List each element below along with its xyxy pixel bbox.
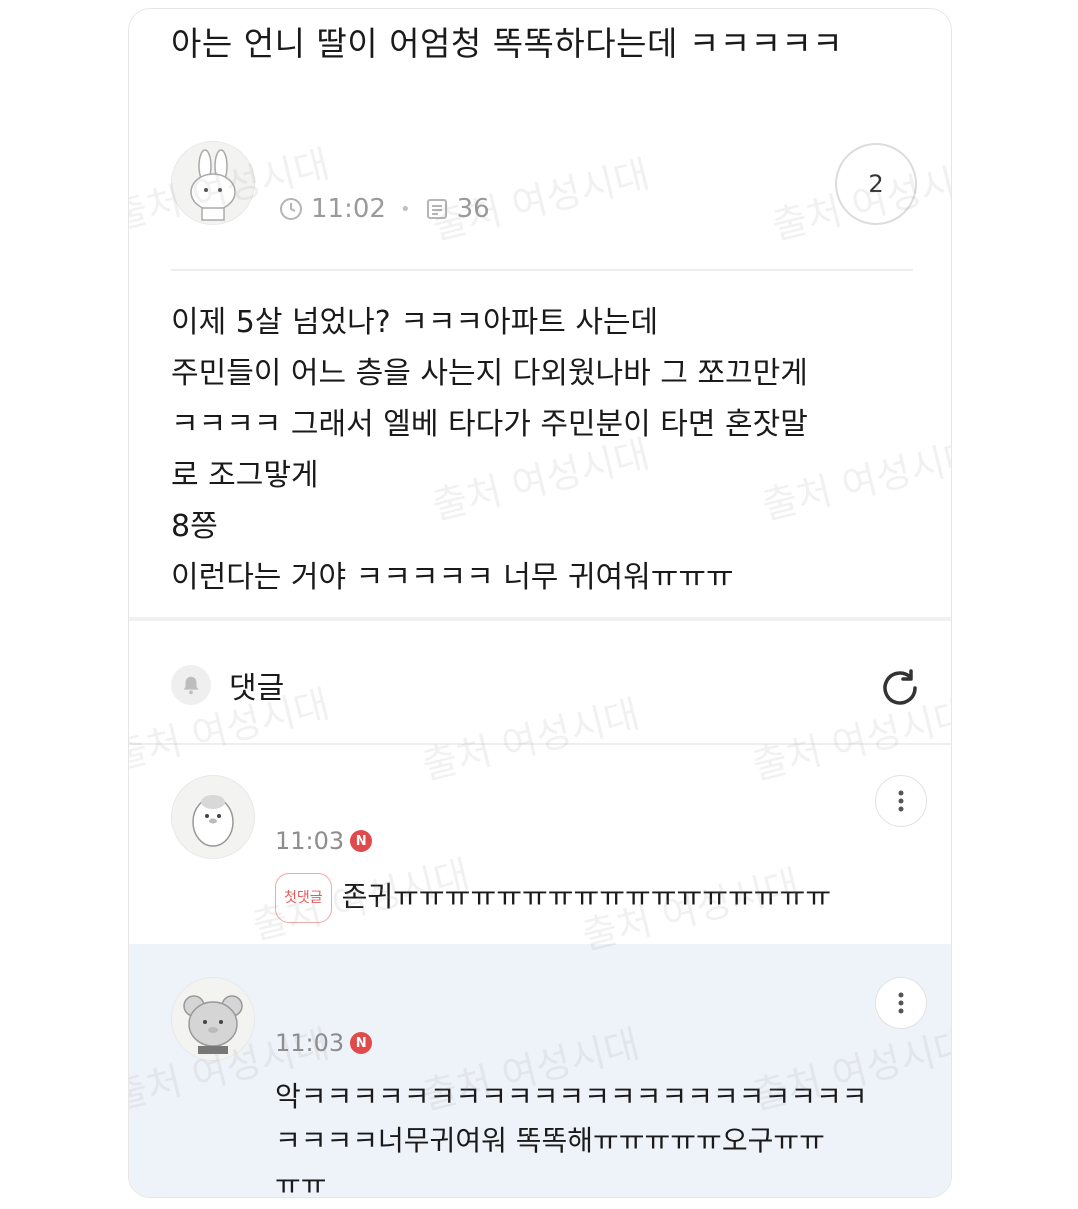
author-avatar[interactable] [171,141,255,225]
bell-icon [183,676,199,695]
post-body-line: ㅋㅋㅋㅋ 그래서 엘베 타다가 주민분이 타면 혼잣말 [171,407,808,442]
comment-time: 11:03 [275,827,345,855]
new-badge: N [350,830,373,852]
commenter-avatar[interactable] [171,977,255,1061]
post-body-line: 8쯩 [171,509,218,544]
post-title: 아는 언니 딸이 어엄청 똑똑하다는데 ㅋㅋㅋㅋㅋ [171,24,844,63]
comment-body: 첫댓글 존귀ㅠㅠㅠㅠㅠㅠㅠㅠㅠㅠㅠㅠㅠㅠㅠㅠㅠ [275,873,831,923]
more-vertical-icon [898,790,904,812]
more-vertical-icon [898,992,904,1014]
comment-text-line: ㅋㅋㅋㅋ너무귀여워 똑똑해ㅠㅠㅠㅠㅠ오구ㅠㅠ [275,1124,825,1157]
comment-more-button[interactable] [875,977,927,1029]
post-body: 이제 5살 넘었나? ㅋㅋㅋ아파트 사는데 주민들이 어느 층을 사는지 다외웠… [171,297,931,603]
new-badge: N [350,1032,373,1054]
comment-count: 2 [868,170,884,198]
post-meta: 11:02 • 36 [279,194,490,224]
post-body-line: 이제 5살 넘었나? ㅋㅋㅋ아파트 사는데 [171,305,659,340]
comment-text-line: ㅠㅠ [275,1168,327,1198]
commenter-avatar[interactable] [171,775,255,859]
notification-bell-button[interactable] [171,665,211,705]
divider [129,743,951,745]
penguin-avatar-icon [172,776,254,858]
watermark: 출처 여성시대 [417,691,644,789]
comment-body: 악ㅋㅋㅋㅋㅋㅋㅋㅋㅋㅋㅋㅋㅋㅋㅋㅋㅋㅋㅋㅋㅋㅋ ㅋㅋㅋㅋ너무귀여워 똑똑해ㅠㅠㅠ… [275,1075,868,1198]
comments-label: 댓글 [229,671,285,706]
comments-header: 댓글 [171,663,284,707]
comment-time: 11:03 [275,1029,345,1057]
post-body-line: 이런다는 거야 ㅋㅋㅋㅋㅋ 너무 귀여워ㅠㅠㅠ [171,560,734,595]
post-body-line: 로 조그맣게 [171,458,319,493]
comment-text: 존귀ㅠㅠㅠㅠㅠㅠㅠㅠㅠㅠㅠㅠㅠㅠㅠㅠㅠ [341,880,832,913]
post-body-line: 주민들이 어느 층을 사는지 다외웠나바 그 쪼끄만게 [171,356,808,391]
comment-meta: 11:03 N [275,827,373,855]
bunny-avatar-icon [172,142,254,224]
post-views: 36 [456,194,490,224]
refresh-icon[interactable] [875,663,925,713]
comment-text-line: 악ㅋㅋㅋㅋㅋㅋㅋㅋㅋㅋㅋㅋㅋㅋㅋㅋㅋㅋㅋㅋㅋㅋ [275,1080,868,1113]
first-comment-tag: 첫댓글 [275,873,332,923]
meta-separator: • [399,198,411,220]
divider [171,269,913,271]
comment-meta: 11:03 N [275,1029,373,1057]
post-time: 11:02 [311,194,386,224]
clock-icon [280,198,302,220]
comment-more-button[interactable] [875,775,927,827]
bear-avatar-icon [172,978,254,1060]
post-card: 아는 언니 딸이 어엄청 똑똑하다는데 ㅋㅋㅋㅋㅋ 11:02 • 36 2 이… [128,8,952,1198]
comment-count-badge[interactable]: 2 [835,143,917,225]
section-divider [129,617,951,621]
views-icon [426,199,447,219]
